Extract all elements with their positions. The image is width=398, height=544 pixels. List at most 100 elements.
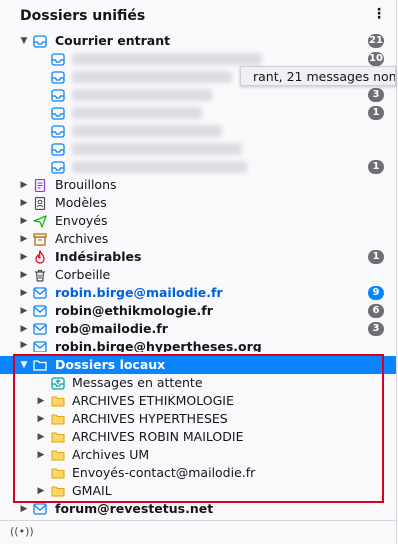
- local-folder-icon: [33, 358, 47, 372]
- kebab-icon[interactable]: ⋮: [372, 7, 386, 21]
- unread-badge: 1: [368, 250, 384, 264]
- folder-outbox[interactable]: Messages en attente: [0, 374, 396, 392]
- account-row[interactable]: ▶ forum@revestetus.net: [0, 500, 396, 518]
- archive-icon: [33, 232, 47, 246]
- local-subfolder[interactable]: ▶ ARCHIVES ROBIN MAILODIE: [0, 428, 396, 446]
- folder-icon: [51, 430, 65, 444]
- folder-label: Brouillons: [55, 177, 117, 192]
- folder-label: Archives UM: [72, 447, 150, 462]
- redacted-label: [72, 107, 202, 119]
- folder-trash[interactable]: ▶ Corbeille: [0, 266, 396, 284]
- mail-account-icon: [33, 340, 47, 352]
- folder-junk[interactable]: ▶ Indésirables 1: [0, 248, 396, 266]
- unread-badge: 3: [368, 88, 384, 102]
- chevron-down-icon[interactable]: ▼: [19, 32, 29, 50]
- folder-templates[interactable]: ▶ Modèles: [0, 194, 396, 212]
- chevron-right-icon[interactable]: ▶: [19, 284, 29, 302]
- chevron-right-icon[interactable]: ▶: [19, 302, 29, 320]
- account-label: forum@revestetus.net: [55, 501, 214, 516]
- local-subfolder[interactable]: ▶ GMAIL: [0, 482, 396, 500]
- chevron-right-icon[interactable]: ▶: [19, 266, 29, 284]
- folder-label: Modèles: [55, 195, 107, 210]
- folder-archives[interactable]: ▶ Archives: [0, 230, 396, 248]
- unread-badge: 3: [368, 322, 384, 336]
- chevron-right-icon[interactable]: ▶: [36, 410, 46, 428]
- chevron-down-icon[interactable]: ▼: [19, 356, 29, 374]
- folder-sent[interactable]: ▶ Envoyés: [0, 212, 396, 230]
- local-subfolder[interactable]: Envoyés-contact@mailodie.fr: [0, 464, 396, 482]
- pane-title: Dossiers unifiés: [20, 8, 146, 24]
- inbox-icon: [51, 124, 65, 138]
- folder-icon: [51, 466, 65, 480]
- inbox-icon: [51, 160, 65, 174]
- inbox-icon: [33, 34, 47, 48]
- folder-icon: [51, 412, 65, 426]
- unread-badge: 1: [368, 160, 384, 174]
- account-row[interactable]: ▶ robin.birge@mailodie.fr 9: [0, 284, 396, 302]
- folder-label: Envoyés-contact@mailodie.fr: [72, 465, 256, 480]
- templates-icon: [33, 196, 47, 210]
- chevron-right-icon[interactable]: ▶: [19, 320, 29, 338]
- folder-label: Envoyés: [55, 213, 108, 228]
- folder-label: Corbeille: [55, 267, 111, 282]
- inbox-subfolder[interactable]: [0, 122, 396, 140]
- tooltip: rant, 21 messages non: [240, 66, 396, 86]
- local-subfolder[interactable]: ▶ ARCHIVES HYPERTHESES: [0, 410, 396, 428]
- chevron-right-icon[interactable]: ▶: [19, 194, 29, 212]
- chevron-right-icon[interactable]: ▶: [36, 428, 46, 446]
- chevron-right-icon[interactable]: ▶: [19, 500, 29, 518]
- chevron-right-icon[interactable]: ▶: [36, 392, 46, 410]
- inbox-icon: [51, 70, 65, 84]
- account-row[interactable]: ▶ rob@mailodie.fr 3: [0, 320, 396, 338]
- account-label: robin.birge@hypertheses.org: [55, 339, 262, 352]
- local-folders-row[interactable]: ▼ Dossiers locaux: [0, 356, 396, 374]
- inbox-subfolder[interactable]: 1: [0, 158, 396, 176]
- unread-badge: 10: [368, 52, 384, 66]
- inbox-subfolder[interactable]: 3: [0, 86, 396, 104]
- account-row[interactable]: ▶ robin@ethikmologie.fr 6: [0, 302, 396, 320]
- unread-badge: 9: [368, 286, 384, 300]
- inbox-icon: [51, 52, 65, 66]
- folder-icon: [51, 484, 65, 498]
- chevron-right-icon[interactable]: ▶: [19, 230, 29, 248]
- chevron-right-icon[interactable]: ▶: [19, 176, 29, 194]
- folder-label: ARCHIVES HYPERTHESES: [72, 411, 228, 426]
- folder-label: Archives: [55, 231, 109, 246]
- folder-inbox[interactable]: ▼ Courrier entrant 21: [0, 32, 396, 50]
- folder-label: Courrier entrant: [55, 33, 171, 48]
- folder-label: ARCHIVES ROBIN MAILODIE: [72, 429, 244, 444]
- chevron-right-icon[interactable]: ▶: [36, 482, 46, 500]
- chevron-right-icon[interactable]: ▶: [19, 338, 29, 352]
- inbox-icon: [51, 106, 65, 120]
- inbox-icon: [51, 142, 65, 156]
- local-subfolder[interactable]: ▶ Archives UM: [0, 446, 396, 464]
- inbox-subfolder[interactable]: [0, 140, 396, 158]
- folder-label: Messages en attente: [72, 375, 203, 390]
- inbox-icon: [51, 88, 65, 102]
- drafts-icon: [33, 178, 47, 192]
- mail-account-icon: [33, 322, 47, 336]
- folder-drafts[interactable]: ▶ Brouillons: [0, 176, 396, 194]
- inbox-subfolder[interactable]: 1: [0, 104, 396, 122]
- mail-account-icon: [33, 286, 47, 300]
- wireless-signal-icon[interactable]: ((•)): [10, 525, 34, 538]
- redacted-label: [72, 143, 242, 155]
- folder-label: Indésirables: [55, 249, 142, 264]
- unread-badge: 21: [368, 34, 384, 48]
- outbox-icon: [51, 376, 65, 390]
- local-subfolder[interactable]: ▶ ARCHIVES ETHIKMOLOGIE: [0, 392, 396, 410]
- junk-fire-icon: [33, 250, 47, 264]
- account-label: Dossiers locaux: [55, 357, 166, 372]
- chevron-right-icon[interactable]: ▶: [36, 446, 46, 464]
- chevron-right-icon[interactable]: ▶: [19, 248, 29, 266]
- mail-account-icon: [33, 502, 47, 516]
- redacted-label: [72, 71, 232, 83]
- trash-icon: [33, 268, 47, 282]
- redacted-label: [72, 161, 247, 173]
- sent-icon: [33, 214, 47, 228]
- account-row[interactable]: ▶ robin.birge@hypertheses.org: [0, 338, 396, 352]
- chevron-right-icon[interactable]: ▶: [19, 212, 29, 230]
- folder-label: ARCHIVES ETHIKMOLOGIE: [72, 393, 234, 408]
- unread-badge: 6: [368, 304, 384, 318]
- redacted-label: [72, 53, 262, 65]
